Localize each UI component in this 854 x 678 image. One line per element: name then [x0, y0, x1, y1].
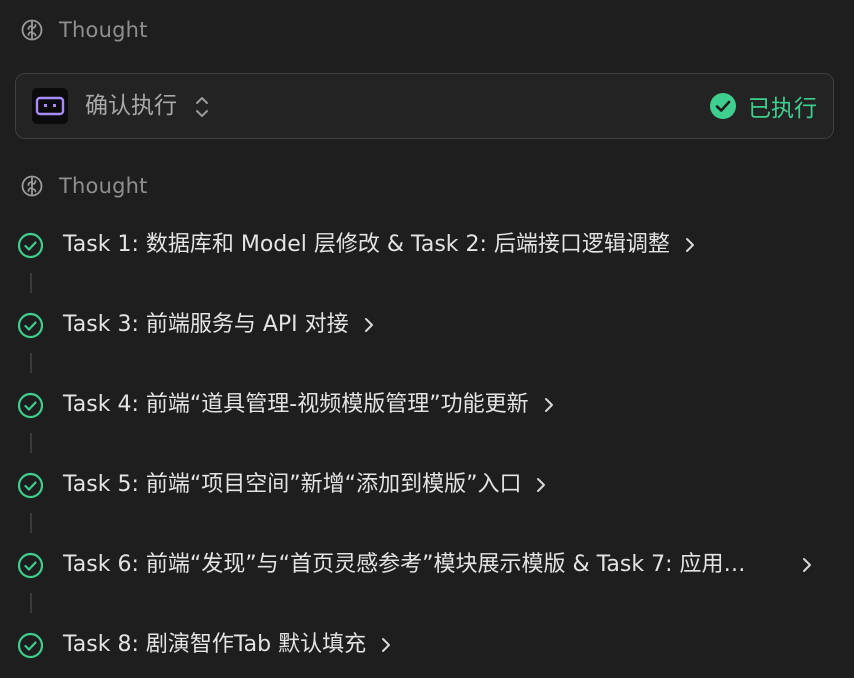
brain-icon [21, 19, 43, 41]
chevron-right-icon[interactable] [684, 236, 696, 254]
task-title: Task 1: 数据库和 Model 层修改 & Task 2: 后端接口逻辑调… [63, 232, 670, 257]
timeline-connector [30, 513, 32, 533]
task-item[interactable]: Task 5: 前端“项目空间”新增“添加到模版”入口 [17, 469, 547, 501]
timeline-connector [30, 433, 32, 453]
chevron-right-icon[interactable] [380, 636, 392, 654]
execution-card[interactable]: 确认执行 已执行 [15, 73, 834, 139]
bot-face-icon [32, 88, 68, 124]
task-item[interactable]: Task 6: 前端“发现”与“首页灵感参考”模块展示模版 & Task 7: … [17, 549, 813, 581]
check-circle-icon [17, 312, 44, 338]
task-item[interactable]: Task 8: 剧演智作Tab 默认填充 [17, 629, 392, 661]
chevron-right-icon[interactable] [801, 556, 813, 574]
thought-label: Thought [59, 18, 148, 42]
task-title: Task 3: 前端服务与 API 对接 [63, 312, 349, 337]
chevron-right-icon[interactable] [543, 396, 555, 414]
check-circle-icon [17, 632, 44, 658]
execution-status: 已执行 [709, 91, 817, 122]
timeline-connector [30, 273, 32, 293]
thought-row[interactable]: Thought [20, 172, 148, 200]
task-title: Task 6: 前端“发现”与“首页灵感参考”模块展示模版 & Task 7: … [63, 552, 746, 577]
check-circle-icon [17, 392, 44, 418]
task-item[interactable]: Task 4: 前端“道具管理-视频模版管理”功能更新 [17, 389, 555, 421]
chevron-updown-icon[interactable] [194, 94, 210, 120]
timeline-connector [30, 353, 32, 373]
thought-row[interactable]: Thought [20, 16, 148, 44]
task-item[interactable]: Task 1: 数据库和 Model 层修改 & Task 2: 后端接口逻辑调… [17, 229, 696, 261]
brain-icon [21, 175, 43, 197]
execution-status-text: 已执行 [748, 96, 817, 122]
task-title: Task 4: 前端“道具管理-视频模版管理”功能更新 [63, 392, 529, 417]
thought-label: Thought [59, 174, 148, 198]
timeline-connector [30, 593, 32, 613]
task-item[interactable]: Task 3: 前端服务与 API 对接 [17, 309, 375, 341]
task-title: Task 5: 前端“项目空间”新增“添加到模版”入口 [63, 472, 522, 497]
task-title: Task 8: 剧演智作Tab 默认填充 [63, 632, 367, 657]
execution-card-title: 确认执行 [85, 93, 177, 119]
check-circle-icon [17, 232, 44, 258]
chevron-right-icon[interactable] [535, 476, 547, 494]
chevron-right-icon[interactable] [363, 316, 375, 334]
agent-activity-panel: Thought 确认执行 已执行 Thought Task 1: 数据库和 Mo… [0, 0, 854, 678]
check-circle-filled-icon [710, 93, 736, 119]
check-circle-icon [17, 552, 44, 578]
check-circle-icon [17, 472, 44, 498]
